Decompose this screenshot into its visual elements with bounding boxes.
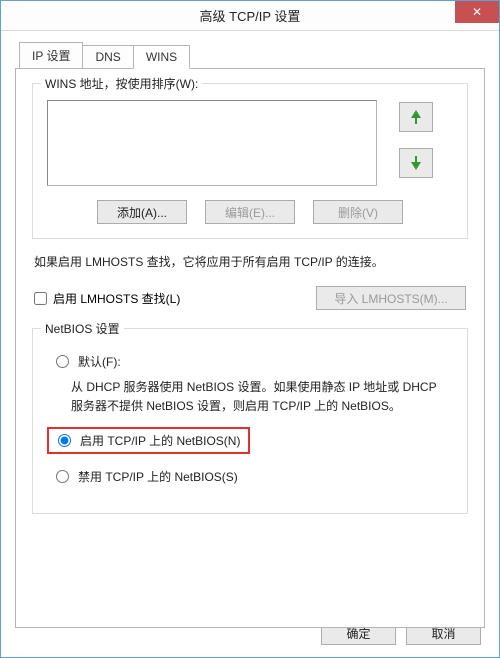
tab-ip-settings[interactable]: IP 设置 [19,42,83,69]
lmhosts-info: 如果启用 LMHOSTS 查找，它将应用于所有启用 TCP/IP 的连接。 [34,253,466,272]
move-up-button[interactable] [399,102,433,132]
netbios-legend: NetBIOS 设置 [41,320,124,337]
edit-button[interactable]: 编辑(E)... [205,200,295,224]
arrow-up-icon [411,110,421,124]
import-lmhosts-button[interactable]: 导入 LMHOSTS(M)... [316,286,466,310]
netbios-enable-radio[interactable]: 启用 TCP/IP 上的 NetBIOS(N) [53,432,240,449]
netbios-disable-radio[interactable]: 禁用 TCP/IP 上的 NetBIOS(S) [51,468,449,485]
netbios-disable-label: 禁用 TCP/IP 上的 NetBIOS(S) [78,468,238,485]
wins-addresses-legend: WINS 地址，按使用排序(W): [41,75,202,92]
wins-addresses-group: WINS 地址，按使用排序(W): [32,83,468,239]
tab-panel-wins: WINS 地址，按使用排序(W): [15,68,485,628]
wins-address-list[interactable] [47,100,377,186]
arrow-down-icon [411,156,421,170]
remove-button[interactable]: 删除(V) [313,200,403,224]
add-button[interactable]: 添加(A)... [97,200,187,224]
window-title: 高级 TCP/IP 设置 [200,6,301,25]
tabs: IP 设置 DNS WINS [19,41,485,68]
close-icon: ✕ [472,5,482,19]
tab-dns[interactable]: DNS [82,45,133,69]
netbios-enable-label: 启用 TCP/IP 上的 NetBIOS(N) [80,432,240,449]
netbios-group: NetBIOS 设置 默认(F): 从 DHCP 服务器使用 NetBIOS 设… [32,328,468,513]
netbios-disable-input[interactable] [56,470,69,483]
wins-buttons-row: 添加(A)... 编辑(E)... 删除(V) [47,200,453,224]
titlebar: 高级 TCP/IP 设置 ✕ [1,1,499,31]
content: IP 设置 DNS WINS WINS 地址，按使用排序(W): [1,31,499,640]
wins-list-row [47,100,453,186]
close-button[interactable]: ✕ [455,1,499,23]
netbios-default-desc: 从 DHCP 服务器使用 NetBIOS 设置。如果使用静态 IP 地址或 DH… [71,378,449,416]
enable-lmhosts-input[interactable] [34,292,47,305]
enable-lmhosts-label: 启用 LMHOSTS 查找(L) [53,290,180,307]
move-down-button[interactable] [399,148,433,178]
netbios-default-label: 默认(F): [78,353,121,370]
window: 高级 TCP/IP 设置 ✕ IP 设置 DNS WINS WINS 地址，按使… [0,0,500,658]
netbios-enable-highlight: 启用 TCP/IP 上的 NetBIOS(N) [47,427,250,454]
netbios-default-input[interactable] [56,355,69,368]
netbios-default-radio[interactable]: 默认(F): [51,353,449,370]
enable-lmhosts-checkbox[interactable]: 启用 LMHOSTS 查找(L) [34,290,180,307]
wins-order-buttons [399,102,433,178]
tab-wins[interactable]: WINS [133,45,190,69]
netbios-enable-input[interactable] [58,434,71,447]
lmhosts-row: 启用 LMHOSTS 查找(L) 导入 LMHOSTS(M)... [34,286,466,310]
